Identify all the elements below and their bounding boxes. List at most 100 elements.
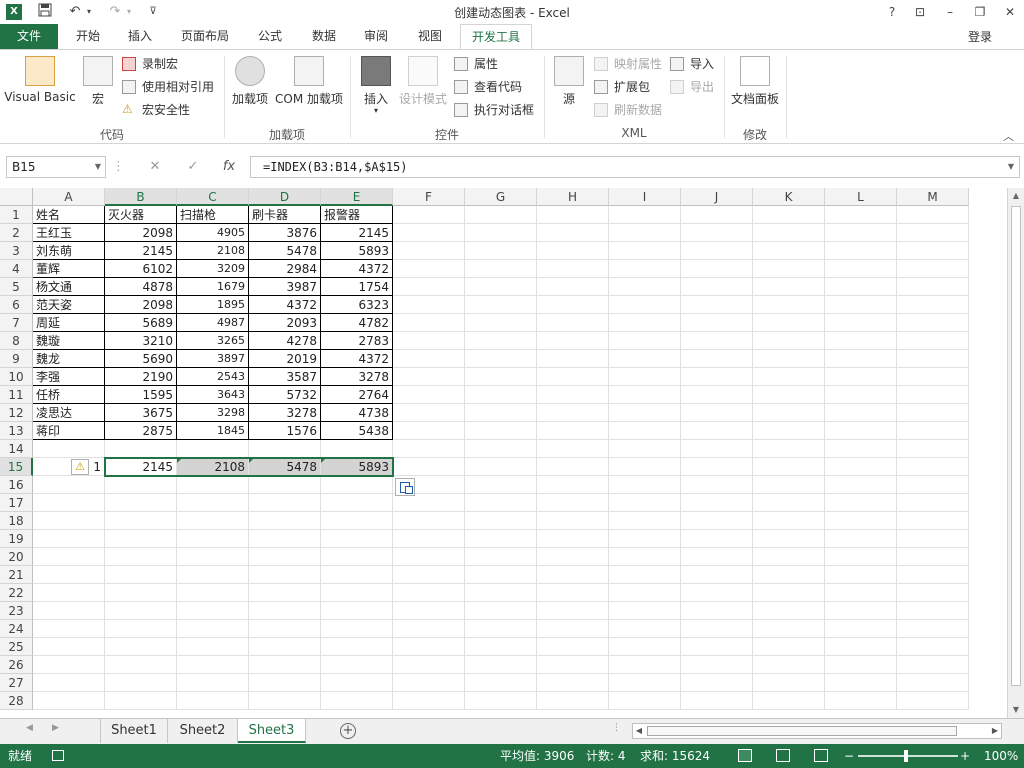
run-dialog-button[interactable]: 执行对话框 — [454, 100, 534, 120]
value-cell[interactable]: 2145 — [321, 224, 393, 242]
result-cell[interactable]: 2108 — [177, 458, 249, 476]
empty-cell[interactable] — [321, 530, 393, 548]
empty-cell[interactable] — [753, 296, 825, 314]
empty-cell[interactable] — [393, 602, 465, 620]
row-header-19[interactable]: 19 — [0, 530, 33, 548]
empty-cell[interactable] — [825, 620, 897, 638]
next-sheet-icon[interactable]: ▶ — [52, 723, 59, 733]
empty-cell[interactable] — [681, 350, 753, 368]
empty-cell[interactable] — [537, 386, 609, 404]
empty-cell[interactable] — [321, 638, 393, 656]
empty-cell[interactable] — [681, 692, 753, 710]
empty-cell[interactable] — [681, 566, 753, 584]
empty-cell[interactable] — [465, 206, 537, 224]
empty-cell[interactable] — [465, 620, 537, 638]
empty-cell[interactable] — [897, 278, 969, 296]
document-panel-button[interactable]: 文档面板 — [728, 54, 782, 107]
row-header-13[interactable]: 13 — [0, 422, 33, 440]
empty-cell[interactable] — [537, 278, 609, 296]
empty-cell[interactable] — [825, 638, 897, 656]
vertical-scrollbar[interactable]: ▲ ▼ — [1007, 188, 1024, 718]
empty-cell[interactable] — [393, 458, 465, 476]
empty-cell[interactable] — [105, 494, 177, 512]
empty-cell[interactable] — [753, 422, 825, 440]
empty-cell[interactable] — [609, 548, 681, 566]
empty-cell[interactable] — [393, 548, 465, 566]
empty-cell[interactable] — [105, 530, 177, 548]
value-cell[interactable]: 1595 — [105, 386, 177, 404]
empty-cell[interactable] — [465, 602, 537, 620]
name-cell[interactable]: 王红玉 — [33, 224, 105, 242]
empty-cell[interactable] — [897, 206, 969, 224]
empty-cell[interactable] — [897, 242, 969, 260]
column-header-k[interactable]: K — [753, 188, 825, 206]
empty-cell[interactable] — [537, 296, 609, 314]
value-cell[interactable]: 3278 — [249, 404, 321, 422]
minimize-button[interactable]: – — [936, 2, 964, 22]
scroll-up-icon[interactable]: ▲ — [1008, 188, 1024, 204]
column-header-h[interactable]: H — [537, 188, 609, 206]
table-header-cell[interactable]: 刷卡器 — [249, 206, 321, 224]
empty-cell[interactable] — [681, 224, 753, 242]
empty-cell[interactable] — [321, 620, 393, 638]
column-header-a[interactable]: A — [33, 188, 105, 206]
empty-cell[interactable] — [465, 350, 537, 368]
zoom-slider[interactable] — [858, 755, 958, 757]
value-cell[interactable]: 1895 — [177, 296, 249, 314]
empty-cell[interactable] — [609, 584, 681, 602]
empty-cell[interactable] — [753, 692, 825, 710]
value-cell[interactable]: 4738 — [321, 404, 393, 422]
empty-cell[interactable] — [105, 620, 177, 638]
empty-cell[interactable] — [465, 224, 537, 242]
empty-cell[interactable] — [249, 440, 321, 458]
value-cell[interactable]: 6323 — [321, 296, 393, 314]
empty-cell[interactable] — [681, 242, 753, 260]
empty-cell[interactable] — [825, 404, 897, 422]
empty-cell[interactable] — [681, 512, 753, 530]
empty-cell[interactable] — [897, 674, 969, 692]
empty-cell[interactable] — [465, 692, 537, 710]
empty-cell[interactable] — [249, 494, 321, 512]
record-macro-button[interactable]: 录制宏 — [122, 54, 178, 74]
empty-cell[interactable] — [249, 566, 321, 584]
empty-cell[interactable] — [753, 548, 825, 566]
empty-cell[interactable] — [249, 512, 321, 530]
empty-cell[interactable] — [33, 638, 105, 656]
empty-cell[interactable] — [105, 692, 177, 710]
value-cell[interactable]: 4372 — [249, 296, 321, 314]
value-cell[interactable]: 2783 — [321, 332, 393, 350]
empty-cell[interactable] — [609, 656, 681, 674]
empty-cell[interactable] — [609, 692, 681, 710]
empty-cell[interactable] — [753, 656, 825, 674]
empty-cell[interactable] — [681, 386, 753, 404]
value-cell[interactable]: 5689 — [105, 314, 177, 332]
empty-cell[interactable] — [537, 530, 609, 548]
row-header-10[interactable]: 10 — [0, 368, 33, 386]
empty-cell[interactable] — [609, 512, 681, 530]
empty-cell[interactable] — [681, 620, 753, 638]
empty-cell[interactable] — [897, 620, 969, 638]
empty-cell[interactable] — [321, 440, 393, 458]
value-cell[interactable]: 6102 — [105, 260, 177, 278]
sheet-tab-sheet1[interactable]: Sheet1 — [100, 719, 168, 743]
empty-cell[interactable] — [537, 206, 609, 224]
empty-cell[interactable] — [537, 404, 609, 422]
empty-cell[interactable] — [753, 566, 825, 584]
empty-cell[interactable] — [177, 638, 249, 656]
page-layout-view-icon[interactable] — [776, 749, 790, 762]
empty-cell[interactable] — [177, 656, 249, 674]
empty-cell[interactable] — [465, 314, 537, 332]
empty-cell[interactable] — [753, 638, 825, 656]
empty-cell[interactable] — [609, 674, 681, 692]
empty-cell[interactable] — [465, 386, 537, 404]
empty-cell[interactable] — [105, 566, 177, 584]
empty-cell[interactable] — [537, 674, 609, 692]
empty-cell[interactable] — [609, 206, 681, 224]
scroll-left-icon[interactable]: ◀ — [633, 724, 645, 738]
empty-cell[interactable] — [393, 260, 465, 278]
empty-cell[interactable] — [537, 422, 609, 440]
empty-cell[interactable] — [753, 278, 825, 296]
empty-cell[interactable] — [177, 620, 249, 638]
sheet-tab-sheet2[interactable]: Sheet2 — [168, 719, 238, 743]
empty-cell[interactable] — [609, 314, 681, 332]
